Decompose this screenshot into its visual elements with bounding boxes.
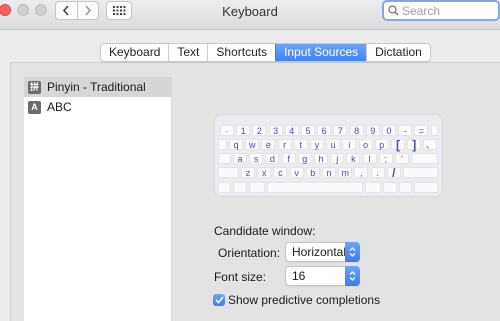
source-item-abc[interactable]: A ABC <box>24 97 171 117</box>
keyboard-key-blank <box>399 182 412 193</box>
keyboard-key: 3 <box>268 125 283 136</box>
font-size-popup[interactable]: 16 <box>285 266 360 286</box>
keyboard-key-blank <box>411 153 438 164</box>
keyboard-key: d <box>265 153 280 164</box>
keyboard-key: f <box>281 153 296 164</box>
keyboard-key: m <box>338 167 353 178</box>
keyboard-key-blank <box>430 125 438 136</box>
orientation-label: Orientation: <box>218 246 281 260</box>
keyboard-key: - <box>398 125 413 136</box>
checkmark-icon <box>214 296 224 304</box>
keyboard-key: , <box>354 167 369 178</box>
source-item-pinyin-traditional[interactable]: 拼 Pinyin - Traditional <box>24 77 171 97</box>
keyboard-key: l <box>362 153 377 164</box>
keyboard-key: 7 <box>333 125 348 136</box>
keyboard-key: a <box>233 153 247 164</box>
input-sources-list: 拼 Pinyin - Traditional A ABC <box>24 77 172 321</box>
keyboard-key: 9 <box>365 125 380 136</box>
predictive-completions-row: Show predictive completions <box>213 293 380 307</box>
keyboard-key: q <box>229 139 243 150</box>
predictive-completions-checkbox[interactable] <box>213 294 225 306</box>
keyboard-key-blank <box>249 182 265 193</box>
keyboard-key: e <box>261 139 276 150</box>
orientation-popup[interactable]: Horizontal <box>285 242 360 262</box>
popup-arrows-icon <box>345 242 360 262</box>
keyboard-key: j <box>330 153 345 164</box>
keyboard-key: v <box>289 167 304 178</box>
keyboard-key-blank <box>403 167 438 178</box>
keyboard-key: b <box>305 167 320 178</box>
source-label: Pinyin - Traditional <box>47 80 146 94</box>
keyboard-key: k <box>346 153 361 164</box>
keyboard-key: y <box>310 139 324 150</box>
keyboard-key: ] <box>407 139 422 151</box>
keyboard-key: p <box>374 139 389 150</box>
keyboard-key: s <box>249 153 264 164</box>
keyboard-key: g <box>297 153 312 164</box>
search-field[interactable] <box>382 0 500 21</box>
keyboard-key: w <box>245 139 260 150</box>
candidate-window-heading: Candidate window: <box>214 224 316 238</box>
keyboard-key: r <box>277 139 292 150</box>
keyboard-key: 8 <box>349 125 364 136</box>
search-icon <box>388 5 399 16</box>
orientation-value: Horizontal <box>292 245 347 259</box>
keyboard-key-blank <box>233 182 247 193</box>
keyboard-key-blank <box>267 182 363 193</box>
predictive-completions-label: Show predictive completions <box>228 293 381 307</box>
font-size-value: 16 <box>292 269 306 283</box>
keyboard-key: 5 <box>301 125 315 136</box>
keyboard-key-blank <box>218 182 231 193</box>
tab-bar: Keyboard Text Shortcuts Input Sources Di… <box>100 43 431 62</box>
keyboard-key: ; <box>378 153 393 164</box>
keyboard-key: z <box>241 167 255 178</box>
tab-keyboard[interactable]: Keyboard <box>101 44 168 61</box>
keyboard-key: / <box>386 167 401 179</box>
keyboard-key: = <box>414 125 429 136</box>
title-bar: Keyboard <box>0 0 500 30</box>
keyboard-key: 1 <box>236 125 251 136</box>
keyboard-key: 、 <box>423 139 438 150</box>
abc-icon: A <box>28 100 41 114</box>
keyboard-key: c <box>273 167 288 178</box>
keyboard-key: 4 <box>284 125 299 136</box>
keyboard-key: 6 <box>317 125 332 136</box>
keyboard-key: h <box>314 153 328 164</box>
tab-text[interactable]: Text <box>168 44 207 61</box>
keyboard-key: [ <box>391 139 405 151</box>
keyboard-key-blank <box>218 139 227 150</box>
search-input[interactable] <box>402 3 492 18</box>
font-size-label: Font size: <box>213 270 266 284</box>
keyboard-key-blank <box>218 167 239 178</box>
tab-input-sources[interactable]: Input Sources <box>275 44 367 61</box>
keyboard-key: t <box>293 139 308 150</box>
keyboard-key: 0 <box>382 125 396 136</box>
keyboard-key: . <box>370 167 385 178</box>
keyboard-key: i <box>342 139 357 150</box>
tab-dictation[interactable]: Dictation <box>366 44 430 61</box>
popup-arrows-icon <box>345 266 360 286</box>
keyboard-key: n <box>322 167 336 178</box>
keyboard-key-blank <box>218 153 231 164</box>
keyboard-key: 2 <box>252 125 267 136</box>
keyboard-key: ' <box>395 153 409 164</box>
source-label: ABC <box>47 100 72 114</box>
keyboard-preview: · 1 2 3 4 5 6 7 8 9 0- = q w e r t y u i o p[]、 a s d f g h j k l; ' z x c… <box>214 114 443 197</box>
keyboard-key-blank <box>365 182 381 193</box>
keyboard-key-blank <box>383 182 397 193</box>
keyboard-key-blank <box>414 182 438 193</box>
pinyin-icon: 拼 <box>28 80 41 94</box>
keyboard-key: o <box>358 139 373 150</box>
keyboard-key: x <box>257 167 272 178</box>
tab-shortcuts[interactable]: Shortcuts <box>207 44 275 61</box>
keyboard-key: u <box>326 139 341 150</box>
keyboard-key: · <box>220 125 234 136</box>
